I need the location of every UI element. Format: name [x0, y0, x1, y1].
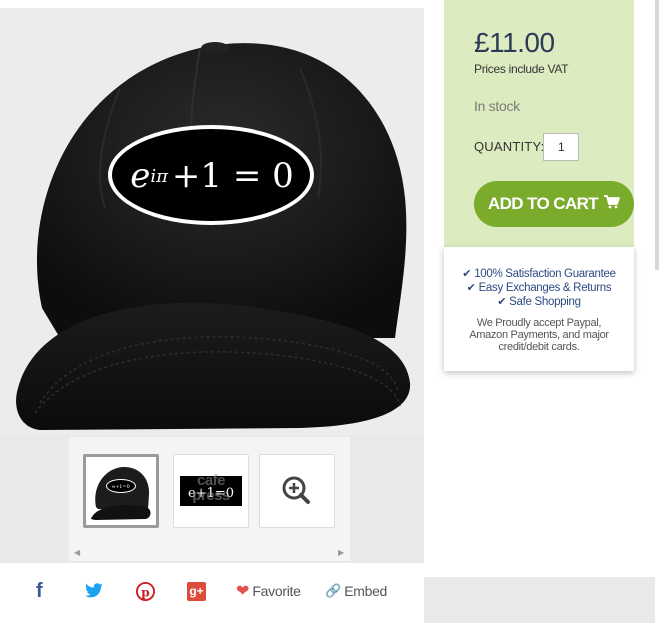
design-thumbnail[interactable]: e+1=0 cafe press — [173, 454, 249, 528]
zoom-thumbnail[interactable] — [259, 454, 335, 528]
check-icon: ✔ — [466, 282, 476, 294]
svg-text:e+1=0: e+1=0 — [112, 484, 130, 490]
favorite-button[interactable]: ❤ Favorite — [236, 579, 301, 603]
watermark-text: cafe press — [192, 472, 230, 504]
vat-note: Prices include VAT — [474, 62, 569, 76]
bottom-gray-panel — [424, 577, 655, 623]
stock-status: In stock — [474, 98, 520, 114]
twitter-icon — [85, 583, 103, 598]
price: £11.00 — [474, 27, 555, 58]
link-icon: 🔗 — [325, 583, 342, 598]
google-plus-icon: g+ — [187, 581, 206, 601]
guarantee-exchanges: ✔ Easy Exchanges & Returns — [466, 282, 612, 294]
google-plus-share-button[interactable]: g+ — [187, 579, 206, 603]
check-icon: ✔ — [462, 268, 472, 280]
guarantee-satisfaction: ✔ 100% Satisfaction Guarantee — [462, 268, 616, 280]
cart-icon — [604, 194, 620, 214]
check-icon: ✔ — [497, 296, 507, 308]
quantity-input[interactable] — [543, 133, 579, 161]
guarantee-box: ✔ 100% Satisfaction Guarantee ✔ Easy Excha… — [444, 247, 634, 371]
equation-exponent: iπ — [150, 165, 168, 187]
add-to-cart-label: ADD TO CART — [487, 194, 599, 213]
facebook-share-button[interactable]: f — [36, 579, 43, 603]
cap-front-thumbnail[interactable]: e+1=0 — [83, 454, 159, 528]
quantity-label: QUANTITY: — [474, 139, 545, 154]
embed-button[interactable]: 🔗 Embed — [325, 579, 387, 603]
guarantee-safe-shopping: ✔ Safe Shopping — [497, 296, 581, 308]
thumbnail-next-arrow[interactable]: ▶ — [338, 549, 344, 557]
svg-text:p: p — [141, 584, 150, 599]
twitter-share-button[interactable] — [84, 579, 104, 603]
equation-rest: +1 = 0 — [171, 156, 294, 196]
add-to-cart-button[interactable]: ADD TO CART — [474, 181, 634, 227]
thumbnail-strip: e+1=0 e+1=0 cafe press ◀ ▶ — [69, 437, 350, 561]
pinterest-share-button[interactable]: p — [136, 579, 155, 603]
favorite-label: Favorite — [252, 583, 301, 599]
facebook-icon: f — [36, 579, 43, 602]
payment-note: We Proudly accept Paypal, Amazon Payment… — [469, 317, 609, 353]
embed-label: Embed — [344, 583, 388, 599]
thumbnail-prev-arrow[interactable]: ◀ — [74, 549, 80, 557]
share-bar: f p g+ ❤ Favorite 🔗 Embed — [0, 563, 424, 623]
purchase-box: £11.00 Prices include VAT In stock QUANT… — [444, 0, 634, 247]
pinterest-icon: p — [136, 581, 155, 601]
heart-icon: ❤ — [236, 583, 250, 600]
equation-patch: e iπ +1 = 0 — [112, 146, 312, 206]
scrollbar[interactable] — [655, 0, 659, 270]
equation-base: e — [130, 156, 151, 196]
zoom-in-icon — [282, 476, 310, 504]
product-main-image[interactable]: e iπ +1 = 0 — [0, 8, 424, 435]
thumbnail-area: e+1=0 e+1=0 cafe press ◀ ▶ — [0, 435, 424, 563]
